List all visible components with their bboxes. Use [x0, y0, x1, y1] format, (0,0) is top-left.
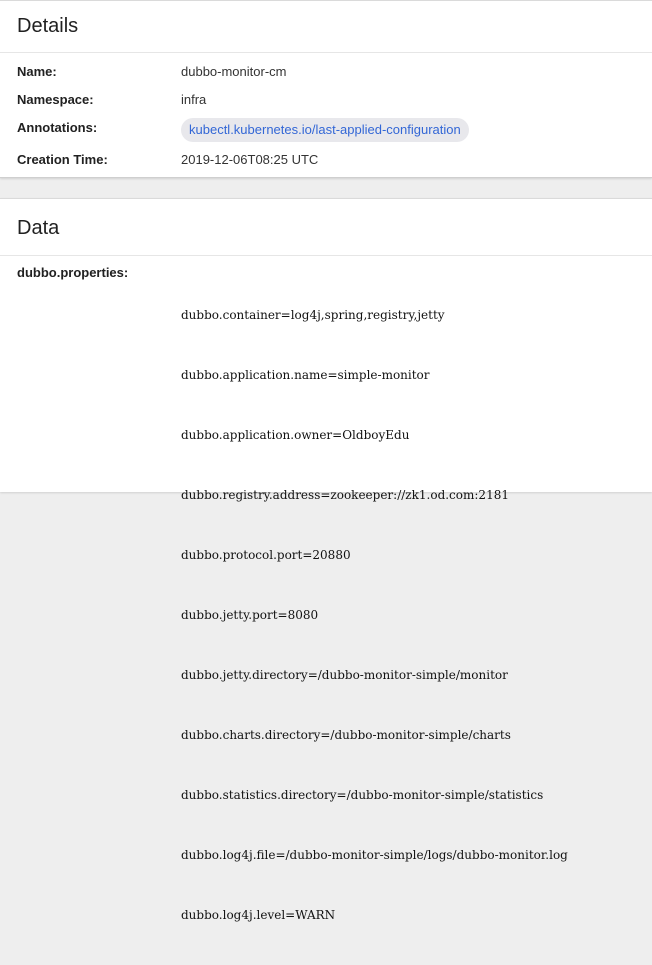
data-title: Data — [0, 199, 652, 256]
name-value: dubbo-monitor-cm — [181, 64, 287, 79]
data-line: dubbo.log4j.level=WARN — [181, 908, 336, 922]
data-line: dubbo.registry.address=zookeeper://zk1.o… — [181, 488, 509, 502]
data-line: dubbo.protocol.port=20880 — [181, 548, 351, 562]
data-line: dubbo.statistics.directory=/dubbo-monito… — [181, 788, 544, 802]
data-line: dubbo.application.owner=OldboyEdu — [181, 428, 410, 442]
annotations-label: Annotations: — [17, 120, 98, 135]
data-line: dubbo.charts.directory=/dubbo-monitor-si… — [181, 728, 511, 742]
namespace-label: Namespace: — [17, 92, 94, 107]
data-key-label: dubbo.properties: — [17, 265, 129, 280]
annotation-chip[interactable]: kubectl.kubernetes.io/last-applied-confi… — [181, 118, 469, 142]
namespace-value: infra — [181, 92, 207, 107]
data-value-block: dubbo.container=log4j,spring,registry,je… — [181, 265, 568, 965]
data-line: dubbo.jetty.port=8080 — [181, 608, 319, 622]
data-line: dubbo.application.name=simple-monitor — [181, 368, 430, 382]
data-card: Data dubbo.properties: dubbo.container=l… — [0, 198, 652, 922]
name-label: Name: — [17, 64, 57, 79]
creation-time-label: Creation Time: — [17, 152, 108, 167]
details-card: Details Name: dubbo-monitor-cm Namespace… — [0, 0, 652, 178]
data-line: dubbo.log4j.file=/dubbo-monitor-simple/l… — [181, 848, 568, 862]
data-line: dubbo.jetty.directory=/dubbo-monitor-sim… — [181, 668, 508, 682]
data-line: dubbo.container=log4j,spring,registry,je… — [181, 308, 445, 322]
details-title: Details — [0, 1, 652, 53]
creation-time-value: 2019-12-06T08:25 UTC — [181, 152, 319, 167]
